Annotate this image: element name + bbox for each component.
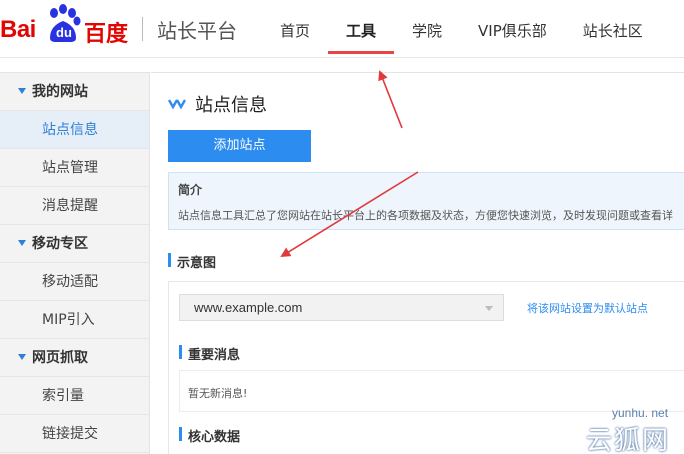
sidebar-item-index-volume[interactable]: 索引量 [0, 377, 149, 415]
messages-box: 暂无新消息! [179, 370, 684, 412]
header-divider [142, 17, 143, 41]
caret-down-icon [18, 354, 26, 360]
caret-down-icon [18, 240, 26, 246]
main-content: 站点信息 添加站点 简介 站点信息工具汇总了您网站在站长平台上的各项数据及状态，… [151, 72, 684, 454]
intro-text: 站点信息工具汇总了您网站在站长平台上的各项数据及状态，方便您快速浏览，及时发现问… [178, 209, 673, 222]
platform-title[interactable]: 站长平台 [157, 15, 237, 44]
nav-tools[interactable]: 工具 [328, 0, 395, 58]
logo-bai-text: Bai [0, 16, 36, 43]
sidebar: 我的网站 站点信息 站点管理 消息提醒 移动专区 移动适配 MIP引入 网页抓取… [0, 72, 150, 454]
important-messages-heading: 重要消息 [179, 344, 240, 363]
intro-title: 简介 [178, 183, 203, 197]
sidebar-item-site-info[interactable]: 站点信息 [0, 111, 149, 149]
caret-down-icon [18, 88, 26, 94]
sidebar-group-label: 网页抓取 [32, 350, 88, 366]
watermark-url: yunhu. net [612, 406, 669, 420]
sidebar-item-mip[interactable]: MIP引入 [0, 301, 149, 339]
sidebar-group-label: 移动专区 [32, 236, 88, 252]
core-data-heading: 核心数据 [179, 426, 240, 445]
sidebar-group-my-sites[interactable]: 我的网站 [0, 73, 149, 111]
page-title: 站点信息 [195, 95, 267, 116]
no-message-text: 暂无新消息! [188, 387, 248, 400]
sidebar-item-link-submit[interactable]: 链接提交 [0, 415, 149, 453]
watermark-logo: 云狐网 [586, 426, 671, 454]
top-header: Bai du 百度 站长平台 首页 工具 学院 VIP俱乐部 站长社区 [0, 0, 684, 58]
sidebar-group-mobile[interactable]: 移动专区 [0, 225, 149, 263]
add-site-button[interactable]: 添加站点 [168, 130, 311, 162]
diagram-heading: 示意图 [168, 252, 216, 271]
site-info-icon [168, 99, 186, 110]
nav-vip-club[interactable]: VIP俱乐部 [460, 0, 565, 58]
baidu-logo[interactable]: Bai du 百度 [0, 4, 130, 48]
logo-du-text: du [56, 25, 72, 40]
top-nav: 首页 工具 学院 VIP俱乐部 站长社区 [262, 0, 661, 58]
sidebar-item-message-reminder[interactable]: 消息提醒 [0, 187, 149, 225]
sidebar-group-label: 我的网站 [32, 84, 88, 100]
chevron-down-icon [485, 306, 493, 311]
sidebar-item-site-management[interactable]: 站点管理 [0, 149, 149, 187]
site-select-value: www.example.com [194, 300, 303, 315]
sidebar-item-mobile-adaptation[interactable]: 移动适配 [0, 263, 149, 301]
sidebar-group-crawl[interactable]: 网页抓取 [0, 339, 149, 377]
site-select[interactable]: www.example.com [179, 294, 504, 321]
logo-baidu-cn-text: 百度 [84, 22, 129, 47]
set-default-site-link[interactable]: 将该网站设置为默认站点 [527, 300, 648, 316]
nav-community[interactable]: 站长社区 [565, 0, 661, 58]
nav-academy[interactable]: 学院 [394, 0, 460, 58]
nav-home[interactable]: 首页 [262, 0, 328, 58]
intro-panel: 简介 站点信息工具汇总了您网站在站长平台上的各项数据及状态，方便您快速浏览，及时… [168, 172, 684, 230]
